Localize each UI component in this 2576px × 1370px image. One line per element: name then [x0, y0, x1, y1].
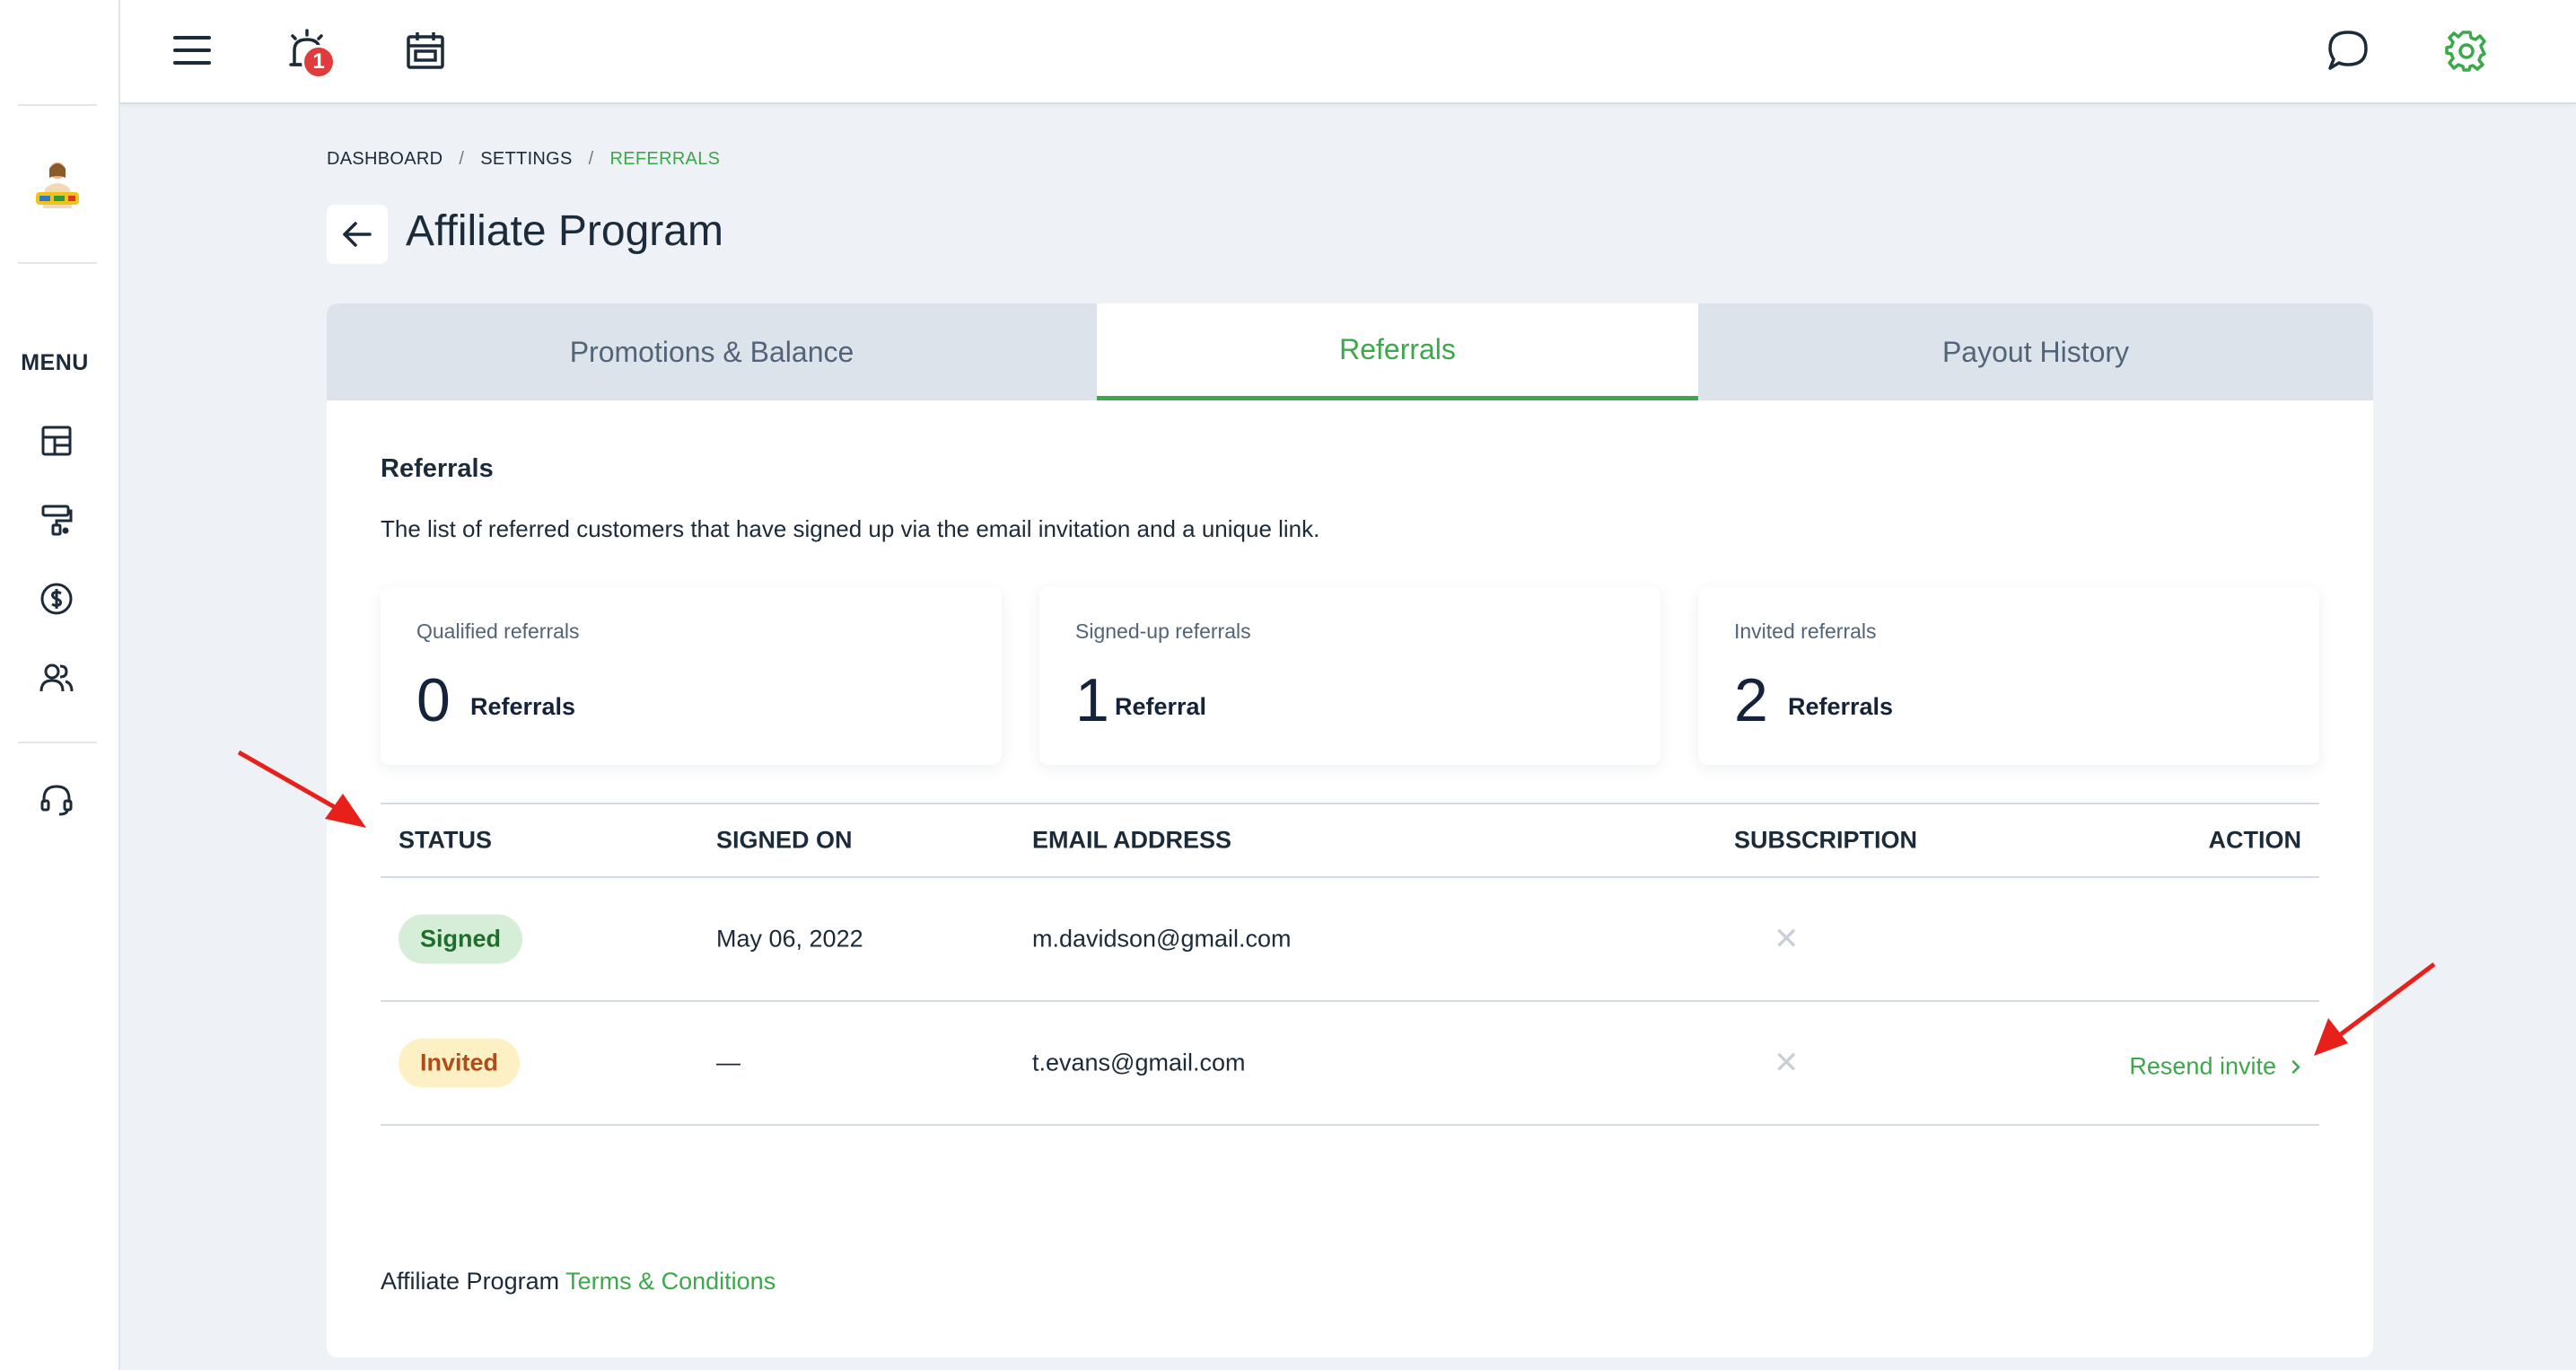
stat-card-signed-up: Signed-up referrals 1 Referral	[1039, 587, 1660, 765]
sidebar-item-services[interactable]	[34, 497, 79, 542]
subscription-none-icon: ✕	[1774, 922, 1800, 956]
avatar[interactable]	[32, 158, 83, 221]
status-cell: Invited	[399, 1038, 521, 1088]
table-row: Signed May 06, 2022 m.davidson@gmail.com…	[381, 878, 2319, 1002]
tab-promotions-balance[interactable]: Promotions & Balance	[327, 303, 1097, 400]
sidebar-item-support[interactable]	[34, 777, 79, 822]
sidebar-divider	[18, 262, 97, 264]
affiliate-card: Promotions & Balance Referrals Payout Hi…	[327, 303, 2373, 1357]
breadcrumb: DASHBOARD / SETTINGS / REFERRALS	[327, 149, 720, 170]
page-title: Affiliate Program	[406, 207, 723, 255]
notification-badge: 1	[302, 45, 336, 79]
stat-label: Signed-up referrals	[1075, 619, 1251, 643]
dashboard-icon	[41, 426, 72, 456]
stat-label: Qualified referrals	[416, 619, 580, 643]
breadcrumb-settings[interactable]: SETTINGS	[480, 149, 572, 170]
section-description: The list of referred customers that have…	[381, 515, 1320, 542]
settings-button[interactable]	[2441, 25, 2492, 75]
dollar-circle-icon	[40, 583, 73, 615]
email-cell: t.evans@gmail.com	[1032, 1049, 1246, 1076]
gear-icon	[2445, 31, 2486, 72]
paint-roller-icon	[41, 505, 73, 536]
stat-unit: Referrals	[1788, 693, 1894, 720]
tab-payout-history[interactable]: Payout History	[1698, 303, 2373, 400]
topbar: 1	[120, 0, 2576, 104]
section-title: Referrals	[381, 454, 494, 483]
status-badge: Signed	[399, 914, 523, 964]
sidebar-item-team[interactable]	[34, 655, 79, 700]
stat-unit: Referrals	[470, 693, 576, 720]
table-header: STATUS SIGNED ON EMAIL ADDRESS SUBSCRIPT…	[381, 803, 2319, 878]
stat-unit: Referral	[1115, 693, 1207, 720]
headset-icon	[40, 785, 73, 816]
sidebar-item-dashboard[interactable]	[34, 418, 79, 463]
table-row: Invited — t.evans@gmail.com ✕ Resend inv…	[381, 1002, 2319, 1126]
header-signed-on: SIGNED ON	[716, 826, 853, 854]
menu-label: MENU	[21, 350, 89, 375]
notifications-button[interactable]: 1	[282, 25, 336, 79]
calendar-button[interactable]	[400, 25, 451, 75]
signed-on-cell: —	[716, 1049, 740, 1076]
resend-invite-label: Resend invite	[2129, 1052, 2276, 1080]
signed-on-cell: May 06, 2022	[716, 925, 863, 953]
stat-value: 2	[1734, 666, 1768, 734]
hamburger-icon	[173, 36, 211, 65]
users-icon	[39, 663, 74, 692]
stat-card-invited: Invited referrals 2 Referrals	[1698, 587, 2319, 765]
arrow-left-icon	[343, 222, 372, 247]
terms-footer: Affiliate Program Terms & Conditions	[381, 1268, 775, 1295]
status-badge: Invited	[399, 1038, 521, 1088]
breadcrumb-referrals: REFERRALS	[609, 149, 721, 169]
tab-referrals[interactable]: Referrals	[1097, 303, 1698, 400]
stat-value: 1	[1075, 666, 1109, 734]
back-button[interactable]	[327, 205, 388, 264]
breadcrumb-dashboard[interactable]: DASHBOARD	[327, 149, 442, 170]
hamburger-menu-button[interactable]	[167, 25, 217, 75]
terms-prefix: Affiliate Program	[381, 1268, 560, 1295]
subscription-none-icon: ✕	[1774, 1046, 1800, 1080]
header-email: EMAIL ADDRESS	[1032, 826, 1232, 854]
sidebar-divider	[18, 104, 97, 106]
status-cell: Signed	[399, 914, 523, 964]
sidebar-item-billing[interactable]	[34, 576, 79, 621]
terms-link[interactable]: Terms & Conditions	[565, 1268, 775, 1295]
tab-bar: Promotions & Balance Referrals Payout Hi…	[327, 303, 2373, 400]
breadcrumb-separator: /	[588, 149, 594, 169]
chevron-right-icon	[2291, 1059, 2300, 1074]
sidebar-divider	[18, 742, 97, 743]
header-subscription: SUBSCRIPTION	[1734, 826, 1918, 854]
stat-label: Invited referrals	[1734, 619, 1877, 643]
calendar-icon	[407, 32, 444, 69]
email-cell: m.davidson@gmail.com	[1032, 925, 1292, 953]
header-action: ACTION	[2208, 826, 2302, 854]
stat-value: 0	[416, 666, 451, 734]
resend-invite-button[interactable]: Resend invite	[2129, 1053, 2301, 1081]
header-status: STATUS	[399, 826, 492, 854]
sidebar: MENU	[0, 0, 120, 1370]
stats-row: Qualified referrals 0 Referrals Signed-u…	[381, 587, 2319, 765]
messages-button[interactable]	[2323, 25, 2373, 75]
stat-card-qualified: Qualified referrals 0 Referrals	[381, 587, 1002, 765]
breadcrumb-separator: /	[459, 149, 465, 169]
chat-bubble-icon	[2328, 31, 2368, 70]
referrals-table: STATUS SIGNED ON EMAIL ADDRESS SUBSCRIPT…	[381, 803, 2319, 1126]
